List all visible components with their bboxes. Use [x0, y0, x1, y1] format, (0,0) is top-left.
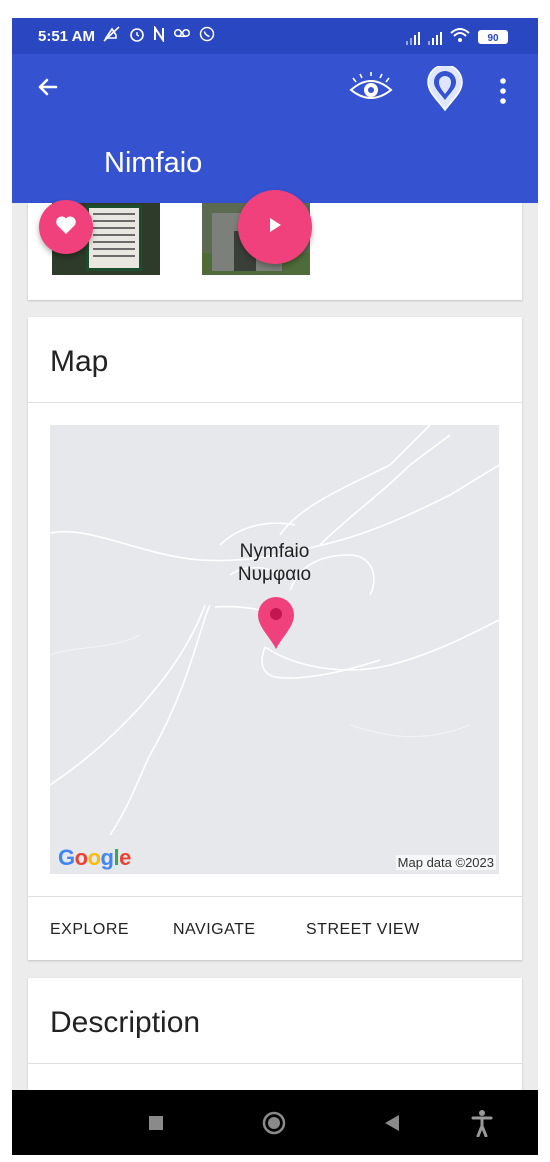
map-heading: Map — [50, 345, 109, 378]
signal-icon-2 — [428, 29, 442, 45]
accessibility-icon[interactable] — [466, 1090, 498, 1155]
map-label-latin: Nymfaio — [239, 541, 310, 562]
description-card: Description — [28, 978, 522, 1098]
photo-card — [28, 190, 522, 300]
page-title: Nimfaio — [104, 147, 203, 179]
map-actions: EXPLORE NAVIGATE STREET VIEW — [28, 896, 522, 961]
place-icon[interactable] — [426, 64, 464, 112]
screen: 5:51 AM 90 Nimfaio Map Nymfaio Νυμφαιο G… — [12, 18, 538, 1155]
battery-icon: 90 — [478, 30, 508, 44]
description-card-header: Description — [28, 978, 522, 1064]
eye-icon[interactable] — [348, 72, 394, 106]
sign-board-image — [86, 205, 142, 271]
map-view[interactable]: Nymfaio Νυμφαιο Google Map data ©2023 — [50, 425, 499, 874]
signal-icon — [406, 29, 420, 45]
voicemail-icon — [173, 26, 191, 46]
wifi-icon — [450, 27, 470, 47]
status-right: 90 — [406, 27, 508, 47]
status-bar: 5:51 AM 90 — [12, 18, 538, 54]
status-time: 5:51 AM — [38, 27, 95, 45]
navigate-button[interactable]: NAVIGATE — [173, 921, 256, 939]
map-card-header: Map — [28, 317, 522, 403]
recents-square-icon[interactable] — [140, 1090, 172, 1155]
heart-icon — [55, 215, 77, 240]
n-icon — [153, 24, 165, 46]
back-triangle-icon[interactable] — [376, 1090, 408, 1155]
system-nav-bar — [12, 1090, 538, 1155]
map-pin-icon[interactable] — [256, 595, 296, 651]
muted-icon — [103, 26, 121, 46]
favorite-button[interactable] — [39, 200, 93, 254]
play-button[interactable] — [238, 190, 312, 264]
alarm-icon — [129, 26, 145, 46]
notification-icons — [103, 24, 215, 46]
map-attribution: Map data ©2023 — [395, 855, 496, 870]
viber-icon — [199, 26, 215, 46]
description-heading: Description — [50, 1006, 201, 1039]
play-icon — [265, 215, 285, 240]
home-circle-icon[interactable] — [258, 1090, 290, 1155]
street-view-button[interactable]: STREET VIEW — [306, 921, 420, 939]
map-card: Map Nymfaio Νυμφαιο Google Map data ©202… — [28, 317, 522, 960]
back-icon[interactable] — [34, 72, 64, 102]
map-label-greek: Νυμφαιο — [237, 564, 312, 585]
app-bar: Nimfaio — [12, 54, 538, 203]
explore-button[interactable]: EXPLORE — [50, 921, 129, 939]
more-icon[interactable] — [496, 76, 510, 106]
google-logo: Google — [58, 845, 131, 870]
